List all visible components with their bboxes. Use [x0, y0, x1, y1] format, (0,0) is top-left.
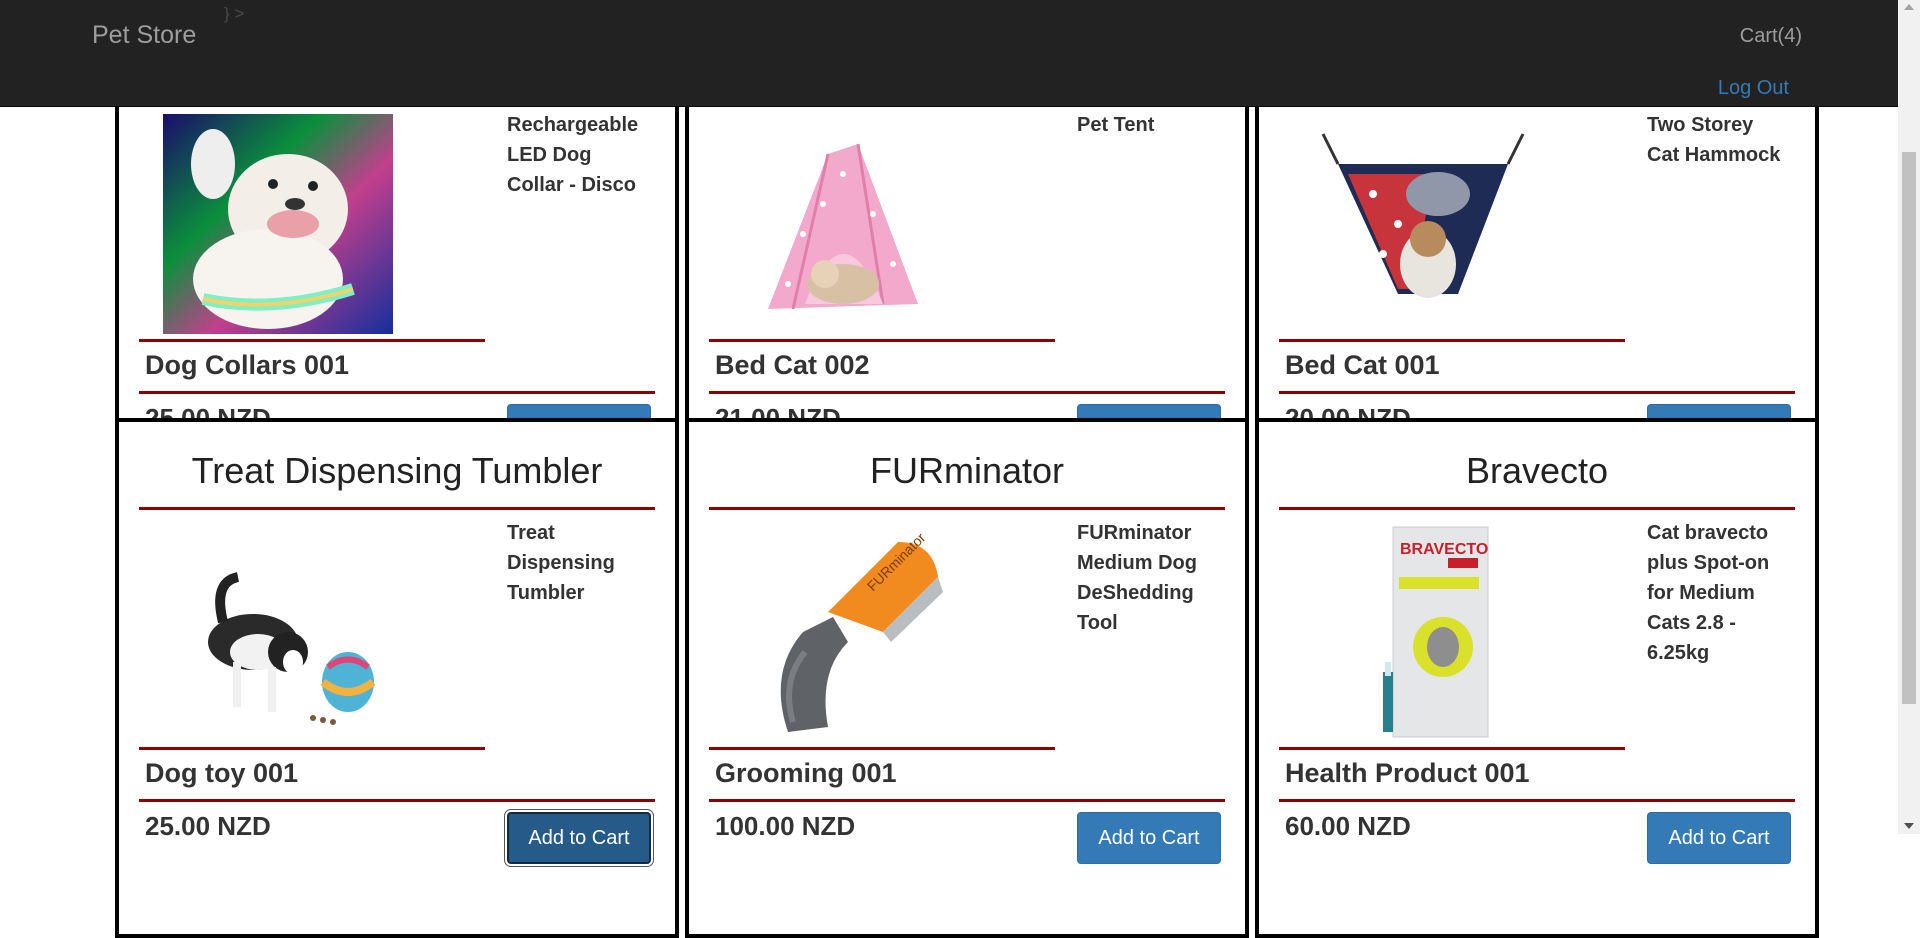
divider [1279, 391, 1795, 394]
product-sku: Bed Cat 001 [1285, 350, 1440, 380]
add-to-cart-button[interactable]: Add to Cart [507, 812, 651, 864]
logout-link[interactable]: Log Out [1718, 77, 1789, 100]
brand-link[interactable]: Pet Store [92, 21, 196, 50]
divider [709, 507, 1225, 510]
product-sku: Health Product 001 [1285, 758, 1530, 788]
product-description: Pet Tent [1077, 114, 1155, 136]
dog-collar-image [163, 114, 393, 334]
product-title: Bravecto [1465, 450, 1609, 491]
product-sku: Dog toy 001 [145, 758, 299, 788]
divider [709, 339, 1055, 342]
product-description: Rechargeable LED Dog Collar - Disco [507, 114, 639, 196]
product-price: 25.00 NZD [145, 811, 271, 841]
product-price: 60.00 NZD [1285, 811, 1411, 841]
product-sku: Dog Collars 001 [145, 350, 350, 380]
divider [139, 799, 655, 802]
add-to-cart-button[interactable]: Add to Cart [1647, 812, 1791, 864]
bravecto-box-image: BRAVECTO [1383, 526, 1489, 738]
navbar: Pet Store } > Cart(4) Log Out [0, 0, 1898, 107]
product-card: Treat Dispensing Tumbler Treat Dispensin… [115, 418, 679, 938]
scroll-up-arrow-icon[interactable] [1904, 4, 1914, 10]
divider [1279, 799, 1795, 802]
cat-hammock-image [1321, 133, 1525, 298]
product-description: Two Storey Cat Hammock [1647, 114, 1781, 166]
pink-pet-tent-image [768, 143, 918, 310]
product-sku: Grooming 001 [715, 758, 897, 788]
svg-text:BRAVECTO: BRAVECTO [1400, 541, 1488, 558]
divider [1279, 507, 1795, 510]
product-sku: Bed Cat 002 [715, 350, 870, 380]
divider [709, 799, 1225, 802]
divider [1279, 339, 1625, 342]
divider [139, 391, 655, 394]
product-description: Treat Dispensing Tumbler [507, 522, 615, 604]
divider [709, 391, 1225, 394]
add-to-cart-button[interactable]: Add to Cart [1077, 812, 1221, 864]
brand-artifact-text: } > [224, 4, 245, 23]
product-description: Cat bravecto plus Spot-on for Medium Cat… [1647, 522, 1770, 664]
divider [139, 747, 485, 750]
scroll-down-arrow-icon[interactable] [1904, 823, 1914, 829]
divider [139, 339, 485, 342]
divider [709, 747, 1055, 750]
product-card: Bravecto BRAVECTO Cat bravecto plus Spot… [1255, 418, 1819, 938]
divider [139, 507, 655, 510]
page-scrollbar[interactable] [1898, 0, 1920, 834]
cart-link[interactable]: Cart(4) [1740, 25, 1802, 48]
scrollbar-thumb[interactable] [1902, 152, 1916, 704]
furminator-tool-image: FURminator [780, 529, 943, 732]
product-card: FURminator FURminator FURminator Medium … [685, 418, 1249, 938]
product-price: 100.00 NZD [715, 811, 856, 841]
product-description: FURminator Medium Dog DeShedding Tool [1077, 522, 1197, 634]
divider [1279, 747, 1625, 750]
dog-with-tumbler-image [208, 572, 376, 725]
product-title: Treat Dispensing Tumbler [191, 450, 603, 491]
product-title: FURminator [869, 450, 1065, 491]
product-grid: Rechargeable LED Dog Collar - Disco Dog … [115, 10, 1825, 938]
